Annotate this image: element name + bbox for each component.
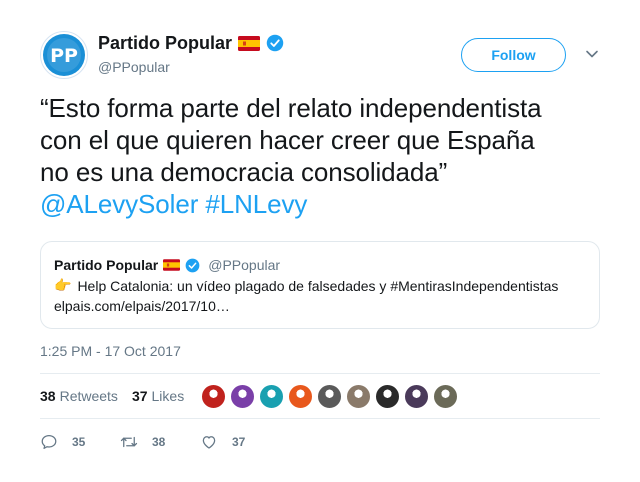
retweets-count: 38 <box>40 388 56 404</box>
tweet-text-line: no es una democracia consolidada” <box>40 157 448 187</box>
spain-flag-icon <box>238 35 261 51</box>
retweet-icon <box>120 436 138 448</box>
reply-icon <box>41 434 57 450</box>
follow-button[interactable]: Follow <box>461 38 566 72</box>
retweet-count: 38 <box>152 435 166 449</box>
retweets-label: Retweets <box>59 388 118 404</box>
liker-avatar[interactable] <box>201 384 226 409</box>
mention-link[interactable]: @ALevySoler <box>40 189 198 219</box>
tweet-text: “Esto forma parte del relato independent… <box>40 92 600 220</box>
spain-flag-icon <box>163 259 181 271</box>
quoted-tweet[interactable]: Partido Popular @PPopular 👉 Help Catalon… <box>40 241 600 329</box>
like-count: 37 <box>232 435 246 449</box>
liker-avatar[interactable] <box>433 384 458 409</box>
chevron-down-icon[interactable] <box>584 46 600 62</box>
pp-logo-icon: PP <box>43 34 85 76</box>
quoted-text: 👉 Help Catalonia: un vídeo plagado de fa… <box>54 277 558 294</box>
author-display-name[interactable]: Partido Popular <box>98 33 232 54</box>
liker-avatar[interactable] <box>375 384 400 409</box>
author-handle[interactable]: @PPopular <box>98 59 170 75</box>
quoted-author-name: Partido Popular <box>54 257 159 273</box>
tweet-stats: 38 Retweets 37 Likes <box>40 388 184 404</box>
tweet-actions: 35 38 37 <box>40 432 280 452</box>
retweet-button[interactable]: 38 <box>120 433 200 451</box>
quoted-author-handle: @PPopular <box>208 257 281 273</box>
reply-count: 35 <box>72 435 86 449</box>
liker-avatar[interactable] <box>230 384 255 409</box>
tweet-text-line: “Esto forma parte del relato independent… <box>40 93 542 123</box>
liker-avatars <box>201 384 458 409</box>
likes-count: 37 <box>131 388 148 404</box>
liker-avatar[interactable] <box>404 384 429 409</box>
verified-badge-icon <box>266 34 284 52</box>
divider <box>40 373 600 374</box>
heart-icon <box>202 436 216 449</box>
tweet-timestamp[interactable]: 1:25 PM - 17 Oct 2017 <box>40 343 181 359</box>
like-button[interactable]: 37 <box>200 433 280 451</box>
retweets-stat[interactable]: 38 Retweets <box>40 388 118 404</box>
divider <box>40 418 600 419</box>
quoted-tweet-header: Partido Popular @PPopular <box>54 256 280 274</box>
liker-avatar[interactable] <box>346 384 371 409</box>
author-avatar[interactable]: PP <box>40 31 88 79</box>
author-name-row: Partido Popular <box>98 32 284 54</box>
liker-avatar[interactable] <box>259 384 284 409</box>
hashtag-link[interactable]: #LNLevy <box>205 189 307 219</box>
svg-text:PP: PP <box>50 45 78 67</box>
pointing-hand-icon: 👉 <box>54 277 72 293</box>
quoted-text-body: Help Catalonia: un vídeo plagado de fals… <box>77 277 559 294</box>
liker-avatar[interactable] <box>288 384 313 409</box>
reply-button[interactable]: 35 <box>40 433 120 451</box>
tweet-links-line: @ALevySoler #LNLevy <box>40 188 600 220</box>
likes-stat[interactable]: 37 Likes <box>132 388 184 404</box>
likes-label: Likes <box>151 388 185 404</box>
verified-badge-icon <box>185 258 200 272</box>
liker-avatar[interactable] <box>317 384 342 409</box>
tweet-text-line: con el que quieren hacer creer que Españ… <box>40 125 535 155</box>
quoted-link[interactable]: elpais.com/elpais/2017/10… <box>54 298 230 314</box>
